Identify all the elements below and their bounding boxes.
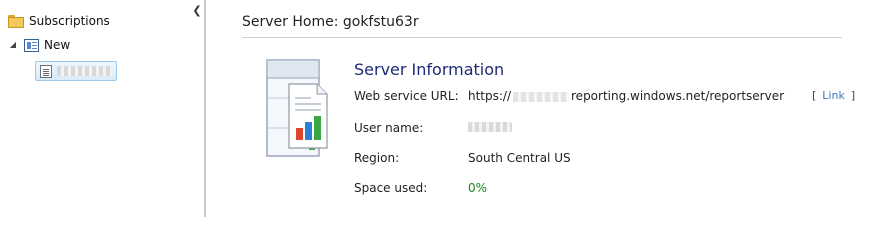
link-wrapper: [ Link] (812, 89, 855, 102)
redacted-user-name (468, 122, 512, 132)
tree-item-subscriptions[interactable]: Subscriptions (8, 14, 110, 28)
list-icon (24, 38, 39, 52)
tree-item-label: New (44, 38, 71, 52)
title-divider (242, 37, 842, 38)
tree-item-server[interactable] (35, 61, 117, 81)
region-value: South Central US (468, 151, 571, 165)
web-service-url-value: https:// reporting.windows.net/reportserv… (468, 89, 784, 103)
report-server-icon (40, 64, 52, 78)
url-suffix: reporting.windows.net/reportserver (571, 89, 785, 103)
server-home-panel: Server Home: gokfstu63r Server Informati… (208, 0, 895, 217)
expand-arrow-icon[interactable]: ◢ (8, 40, 18, 50)
section-title: Server Information (354, 60, 505, 79)
web-service-url-label: Web service URL: (354, 89, 459, 103)
region-label: Region: (354, 151, 400, 165)
report-server-icon (266, 59, 328, 157)
link-bracket-close: ] (850, 89, 856, 102)
space-used-label: Space used: (354, 181, 428, 195)
user-name-label: User name: (354, 121, 424, 135)
navigation-sidebar: ❮ Subscriptions ◢ New (0, 0, 206, 217)
redacted-url-segment (513, 91, 570, 102)
url-prefix: https:// (468, 89, 512, 103)
collapse-sidebar-button[interactable]: ❮ (190, 4, 204, 18)
selected-server-node[interactable] (35, 61, 117, 81)
user-name-value (468, 121, 512, 135)
redacted-server-name (56, 66, 112, 76)
url-link[interactable]: Link (822, 89, 845, 102)
folder-icon (8, 14, 24, 28)
space-used-value: 0% (468, 181, 488, 195)
link-bracket-open: [ (812, 89, 817, 102)
page-title: Server Home: gokfstu63r (242, 14, 419, 30)
tree-item-new[interactable]: ◢ New (8, 38, 70, 52)
tree-item-label: Subscriptions (29, 14, 110, 28)
